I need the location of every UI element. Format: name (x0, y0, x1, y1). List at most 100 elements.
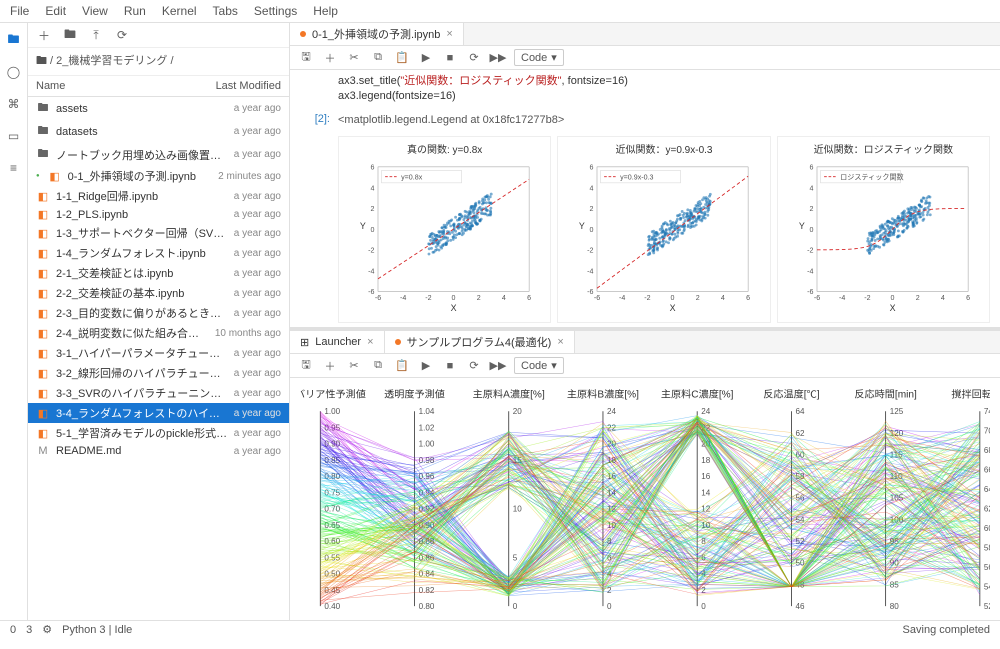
file-row[interactable]: 🖿ノートブック用埋め込み画像置き場a year ago (28, 143, 289, 166)
stop-icon[interactable]: ■ (442, 50, 458, 66)
close-icon[interactable]: × (446, 28, 452, 40)
chart-row: 真の関数: y=0.8x-6-6-4-4-2-200224466XYy=0.8x… (290, 132, 1000, 327)
file-row[interactable]: ◧3-1_ハイパーパラメータチューニングの基本.i…a year ago (28, 343, 289, 363)
cut-icon[interactable]: ✂ (346, 358, 362, 374)
running-icon[interactable]: ◯ (5, 63, 23, 81)
svg-text:2: 2 (915, 294, 919, 302)
tab-notebook-bottom[interactable]: サンプルプログラム4(最適化) × (385, 331, 575, 353)
menu-run[interactable]: Run (124, 4, 146, 18)
output-cell: [2]: <matplotlib.legend.Legend at 0x18fc… (290, 109, 1000, 132)
file-row[interactable]: ◧1-4_ランダムフォレスト.ipynba year ago (28, 243, 289, 263)
code-cell[interactable]: ax3.set_title("近似関数：ロジスティック関数", fontsize… (290, 70, 1000, 109)
svg-text:2: 2 (696, 294, 700, 302)
file-name: 3-4_ランダムフォレストのハイパラチューニ… (56, 405, 228, 421)
menu-help[interactable]: Help (313, 4, 338, 18)
file-row[interactable]: ◧1-1_Ridge回帰.ipynba year ago (28, 186, 289, 206)
file-row[interactable]: ●◧0-1_外挿領域の予測.ipynb2 minutes ago (28, 166, 289, 186)
tab-label: 0-1_外挿領域の予測.ipynb (312, 26, 440, 42)
tab-label: サンプルプログラム4(最適化) (407, 334, 552, 350)
sb-kernel[interactable]: Python 3 | Idle (62, 624, 132, 636)
header-name[interactable]: Name (36, 80, 216, 92)
file-row[interactable]: ◧3-2_線形回帰のハイパラチューニング.ipynba year ago (28, 363, 289, 383)
fastforward-icon[interactable]: ▶▶ (490, 50, 506, 66)
file-row[interactable]: ◧3-4_ランダムフォレストのハイパラチューニ…a year ago (28, 403, 289, 423)
sb-gear-icon[interactable]: ⚙ (42, 623, 52, 636)
run-icon[interactable]: ▶ (418, 358, 434, 374)
svg-text:-2: -2 (645, 294, 651, 302)
file-row[interactable]: ◧2-1_交差検証とは.ipynba year ago (28, 263, 289, 283)
file-name: 3-1_ハイパーパラメータチューニングの基本.i… (56, 345, 228, 361)
folder-icon[interactable]: 🖿 (5, 31, 23, 49)
svg-text:640: 640 (984, 485, 990, 494)
file-name: 1-4_ランダムフォレスト.ipynb (56, 245, 228, 261)
upload-icon[interactable]: ⤒ (88, 27, 104, 43)
svg-text:4: 4 (590, 184, 594, 192)
svg-text:4: 4 (941, 294, 945, 302)
menu-edit[interactable]: Edit (45, 4, 66, 18)
svg-text:-2: -2 (587, 247, 593, 255)
save-icon[interactable]: 🖫 (298, 358, 314, 374)
celltype-dropdown[interactable]: Code ▾ (514, 357, 564, 374)
nb-icon: ◧ (36, 190, 50, 203)
header-modified[interactable]: Last Modified (216, 80, 281, 92)
new-folder-icon[interactable]: 🖿 (62, 27, 78, 43)
parallel-coords-chart: ガスバリア性予測値1.000.950.900.850.800.750.700.6… (290, 378, 1000, 620)
file-modified: a year ago (234, 408, 281, 419)
restart-icon[interactable]: ⟳ (466, 358, 482, 374)
file-row[interactable]: ◧5-1_学習済みモデルのpickle形式保存.ipynba year ago (28, 423, 289, 443)
extension-icon[interactable]: ≡ (5, 159, 23, 177)
close-icon[interactable]: × (557, 336, 563, 348)
file-row[interactable]: 🖿assetsa year ago (28, 97, 289, 120)
stop-icon[interactable]: ■ (442, 358, 458, 374)
run-icon[interactable]: ▶ (418, 50, 434, 66)
svg-text:-4: -4 (839, 294, 845, 302)
menu-settings[interactable]: Settings (254, 4, 297, 18)
copy-icon[interactable]: ⧉ (370, 358, 386, 374)
copy-icon[interactable]: ⧉ (370, 50, 386, 66)
paste-icon[interactable]: 📋 (394, 50, 410, 66)
tab-launcher[interactable]: ⊞ Launcher × (290, 331, 385, 353)
refresh-icon[interactable]: ⟳ (114, 27, 130, 43)
file-row[interactable]: ◧2-4_説明変数に似た組み合わせがあるときの…10 months ago (28, 323, 289, 343)
code-text: , fontsize=16) (562, 75, 628, 87)
file-row[interactable]: ◧2-3_目的変数に偏りがあるときの交差検証.ipy…a year ago (28, 303, 289, 323)
fb-header: Name Last Modified (28, 76, 289, 97)
file-row[interactable]: MREADME.mda year ago (28, 443, 289, 459)
file-name: README.md (56, 445, 228, 457)
new-launcher-icon[interactable]: ＋ (36, 27, 52, 43)
restart-icon[interactable]: ⟳ (466, 50, 482, 66)
file-browser: ＋ 🖿 ⤒ ⟳ 🖿 / 2_機械学習モデリング / Name Last Modi… (28, 23, 290, 620)
cut-icon[interactable]: ✂ (346, 50, 362, 66)
add-cell-icon[interactable]: ＋ (322, 50, 338, 66)
svg-text:反応時間[min]: 反応時間[min] (854, 388, 917, 401)
svg-text:-2: -2 (425, 294, 431, 302)
file-name: assets (56, 103, 228, 115)
sb-item[interactable]: 0 (10, 624, 16, 636)
file-row[interactable]: ◧1-3_サポートベクター回帰（SVR）.ipynba year ago (28, 223, 289, 243)
code-text: ax3.legend(fontsize=16) (338, 90, 456, 102)
menu-view[interactable]: View (82, 4, 108, 18)
file-row[interactable]: ◧3-3_SVRのハイパラチューニング.ipynba year ago (28, 383, 289, 403)
file-modified: a year ago (234, 103, 281, 114)
svg-text:80: 80 (890, 602, 900, 611)
add-cell-icon[interactable]: ＋ (322, 358, 338, 374)
celltype-dropdown[interactable]: Code ▾ (514, 49, 564, 66)
paste-icon[interactable]: 📋 (394, 358, 410, 374)
fastforward-icon[interactable]: ▶▶ (490, 358, 506, 374)
out-prompt: [2]: (300, 113, 338, 128)
menu-tabs[interactable]: Tabs (213, 4, 238, 18)
file-row[interactable]: ◧1-2_PLS.ipynba year ago (28, 206, 289, 223)
scatter-chart: 真の関数: y=0.8x-6-6-4-4-2-200224466XYy=0.8x (338, 136, 551, 323)
menu-file[interactable]: File (10, 4, 29, 18)
tabs-icon[interactable]: ▭ (5, 127, 23, 145)
close-icon[interactable]: × (367, 336, 373, 348)
save-icon[interactable]: 🖫 (298, 50, 314, 66)
tab-notebook-top[interactable]: 0-1_外挿領域の予測.ipynb × (290, 23, 464, 45)
file-row[interactable]: ◧2-2_交差検証の基本.ipynba year ago (28, 283, 289, 303)
file-row[interactable]: 🖿datasetsa year ago (28, 120, 289, 143)
breadcrumb[interactable]: 🖿 / 2_機械学習モデリング / (28, 48, 289, 76)
nb-icon: ◧ (36, 327, 50, 340)
commands-icon[interactable]: ⌘ (5, 95, 23, 113)
menu-kernel[interactable]: Kernel (162, 4, 197, 18)
sb-item[interactable]: 3 (26, 624, 32, 636)
